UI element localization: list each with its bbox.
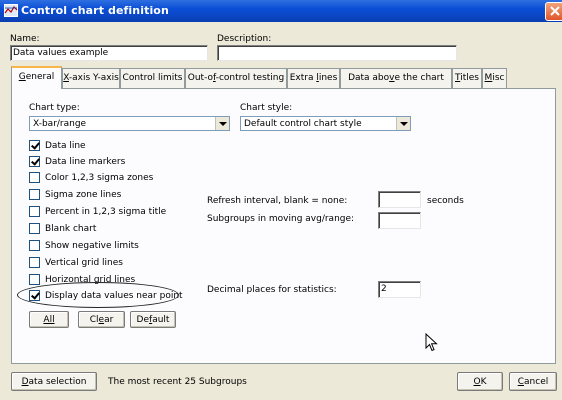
subgroups-label: Subgroups in moving avg/range: — [207, 214, 355, 224]
all-button[interactable]: All — [29, 311, 69, 328]
ok-button[interactable]: OK — [457, 372, 503, 391]
chart-type-label: Chart type: — [29, 103, 80, 113]
mouse-cursor-icon — [425, 333, 438, 352]
tab-titles[interactable]: Titles — [452, 68, 482, 88]
chart-type-dropdown[interactable]: X-bar/range — [29, 116, 230, 131]
refresh-interval-input[interactable] — [378, 191, 421, 208]
description-label: Description: — [217, 34, 272, 44]
default-button[interactable]: Default — [130, 311, 176, 328]
close-button[interactable] — [545, 2, 562, 21]
tab-control-limits[interactable]: Control limits — [120, 68, 185, 88]
chart-icon — [4, 4, 18, 17]
tab-extra-lines[interactable]: Extra lines — [287, 68, 340, 88]
decimal-places-label: Decimal places for statistics: — [207, 285, 337, 295]
checkbox-box[interactable] — [29, 156, 40, 167]
subgroups-input[interactable] — [378, 212, 421, 229]
chevron-down-icon[interactable] — [215, 117, 229, 130]
refresh-interval-label: Refresh interval, blank = none: — [207, 196, 348, 206]
checkbox-box[interactable] — [29, 206, 40, 217]
chart-style-dropdown[interactable]: Default control chart style — [240, 116, 411, 131]
description-input[interactable] — [217, 45, 457, 61]
name-label: Name: — [10, 34, 40, 44]
close-icon — [550, 6, 560, 16]
decimal-places-input[interactable]: 2 — [378, 281, 421, 298]
checkbox-box[interactable] — [29, 240, 40, 251]
checkbox-box[interactable] — [29, 140, 40, 151]
tab-general[interactable]: General — [11, 66, 62, 89]
checkbox-box[interactable] — [29, 257, 40, 268]
seconds-label: seconds — [427, 196, 464, 206]
checkbox-box[interactable] — [29, 274, 40, 285]
window-title: Control chart definition — [21, 4, 169, 17]
tab-x-axis-y-axis[interactable]: X-axis Y-axis — [62, 68, 120, 88]
clear-button[interactable]: Clear — [78, 311, 125, 328]
tab-out-of-control-testing[interactable]: Out-of-control testing — [185, 68, 287, 88]
chart-type-value: X-bar/range — [33, 119, 87, 129]
checkbox-box[interactable] — [29, 223, 40, 234]
chart-style-label: Chart style: — [240, 103, 293, 113]
data-selection-status: The most recent 25 Subgroups — [108, 377, 247, 387]
data-selection-button[interactable]: Data selection — [11, 372, 97, 391]
name-input[interactable]: Data values example — [10, 45, 208, 61]
chart-style-value: Default control chart style — [244, 119, 362, 129]
highlight-ellipse — [17, 282, 179, 308]
checkbox-box[interactable] — [29, 189, 40, 200]
tab-data-above-the-chart[interactable]: Data above the chart — [340, 68, 452, 88]
cancel-button[interactable]: Cancel — [509, 372, 557, 391]
chevron-down-icon[interactable] — [396, 117, 410, 130]
checkbox-box[interactable] — [29, 172, 40, 183]
tab-misc[interactable]: Misc — [482, 68, 507, 88]
title-bar[interactable]: Control chart definition — [0, 0, 562, 22]
